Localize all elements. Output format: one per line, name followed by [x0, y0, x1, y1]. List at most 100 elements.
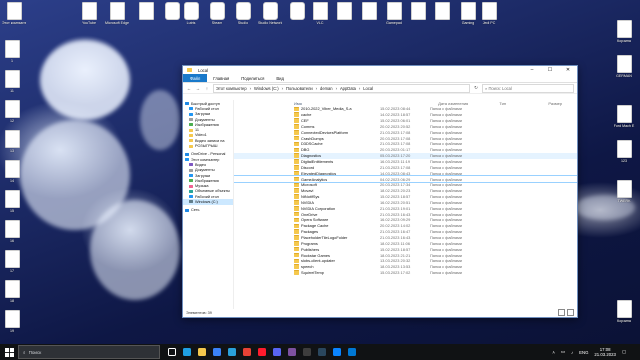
breadcrumb-segment[interactable]: Local	[363, 86, 373, 91]
desktop-icon[interactable]: Lutris	[179, 2, 203, 25]
desktop-icon[interactable]: 15	[0, 190, 24, 213]
refresh-icon[interactable]: ↻	[473, 85, 479, 91]
column-date[interactable]: Дата изменения	[376, 101, 476, 106]
desktop-icon[interactable]: Microsoft Edge	[105, 2, 129, 25]
photos-taskbar-button[interactable]	[329, 344, 344, 360]
desktop-icon[interactable]: Jedi PC	[477, 2, 501, 25]
edge-taskbar-button[interactable]	[179, 344, 194, 360]
nav-item[interactable]: РОЗЫГРЫШ	[183, 143, 233, 148]
breadcrumb-segment[interactable]: AppData	[340, 86, 356, 91]
taskbar-search-box[interactable]: ⌕ Поиск	[18, 345, 160, 359]
task-view-taskbar-button[interactable]	[164, 344, 179, 360]
folder-icon	[294, 246, 299, 252]
file-icon	[4, 250, 20, 268]
file-row[interactable]: SquirrelTemp 15.03.2023 17:02 Папка с файл…	[234, 270, 577, 276]
tray-chevron-icon[interactable]: ˄	[552, 350, 555, 355]
mail-taskbar-button[interactable]	[344, 344, 359, 360]
ribbon-tab-share[interactable]: Поделиться	[235, 76, 270, 81]
desktop-icon[interactable]: Корзина	[612, 20, 636, 43]
desktop-icon[interactable]	[430, 2, 454, 21]
nav-item[interactable]: Сеть	[183, 208, 233, 213]
desktop-icon[interactable]: 12	[0, 100, 24, 123]
ribbon-tab-file[interactable]: Файл	[183, 74, 208, 82]
desktop-icon[interactable]: VLC	[308, 2, 332, 25]
volume-icon[interactable]: ♪	[571, 350, 573, 355]
desktop-icon[interactable]: Ford Mach E	[612, 105, 636, 128]
file-name-cell: NVIDIA	[294, 200, 380, 205]
desktop-icon[interactable]: 123	[612, 140, 636, 163]
desktop-icon[interactable]: GERMAN	[612, 55, 636, 78]
desktop-icon[interactable]: TWERK	[612, 180, 636, 203]
desktop-icon[interactable]: 13	[0, 130, 24, 153]
desktop-icon[interactable]: Gamepad	[382, 2, 406, 25]
breadcrumb-segment[interactable]: deman	[320, 86, 333, 91]
file-name: OneDrive	[301, 211, 318, 217]
desktop-icon[interactable]	[285, 2, 309, 21]
desktop-icon[interactable]	[332, 2, 356, 21]
desktop-icon[interactable]: Steam	[205, 2, 229, 25]
column-type[interactable]: Тип	[476, 101, 543, 106]
store-taskbar-button[interactable]	[209, 344, 224, 360]
desktop-icon[interactable]: 14	[0, 160, 24, 183]
nav-item-label: Музыка	[195, 184, 209, 189]
file-explorer-window[interactable]: Local – ☐ ✕ Файл Главная Поделиться Вид …	[182, 65, 578, 318]
up-arrow-icon[interactable]: ↑	[204, 86, 210, 91]
desktop-icon[interactable]: Этот компьютер	[2, 2, 26, 25]
column-size[interactable]: Размер	[543, 101, 577, 106]
file-type: Папка с файлами	[430, 106, 462, 112]
chevron-right-icon: ›	[335, 85, 337, 91]
breadcrumb-segment[interactable]: Windows (C:)	[254, 86, 279, 91]
close-button[interactable]: ✕	[559, 66, 577, 74]
column-name[interactable]: Имя	[234, 101, 376, 106]
nav-item[interactable]: Windows (C:)	[183, 199, 233, 205]
opera-taskbar-button[interactable]	[254, 344, 269, 360]
desktop-icon[interactable]: Studio Network	[258, 2, 282, 25]
start-button[interactable]	[0, 347, 18, 357]
folder-icon	[294, 124, 299, 129]
file-date: 21.03.2023 17:08	[380, 164, 411, 170]
search-input[interactable]: ⌕ Поиск: Local	[482, 83, 574, 93]
ribbon-tab-view[interactable]: Вид	[270, 76, 290, 81]
desktop-icon[interactable]: 19	[0, 310, 24, 333]
file-name: DigitalEntitlements	[301, 159, 334, 165]
chrome-taskbar-button[interactable]	[239, 344, 254, 360]
address-bar[interactable]: Этот компьютер › Windows (C:) › Пользовате…	[213, 83, 470, 93]
desktop-icon[interactable]: 18	[0, 280, 24, 303]
file-name-cell: cache	[294, 112, 380, 117]
telegram-taskbar-button[interactable]	[224, 344, 239, 360]
title-bar[interactable]: Local – ☐ ✕	[183, 66, 577, 74]
desktop-icon[interactable]: 17	[0, 250, 24, 273]
details-view-button[interactable]	[558, 309, 565, 316]
viber-taskbar-button[interactable]	[284, 344, 299, 360]
notifications-icon[interactable]: ▢	[622, 349, 626, 355]
file-icon	[183, 2, 199, 20]
desktop-icon[interactable]: 16	[0, 220, 24, 243]
desktop-icon[interactable]	[357, 2, 381, 21]
ribbon-tab-home[interactable]: Главная	[207, 76, 235, 81]
desktop-icon[interactable]	[406, 2, 430, 21]
language-indicator[interactable]: ENG	[579, 350, 588, 355]
breadcrumb-segment[interactable]: Пользователи	[286, 86, 313, 91]
steam-taskbar-button[interactable]	[314, 344, 329, 360]
large-icons-view-button[interactable]	[567, 309, 574, 316]
desktop-icon[interactable]: Studio	[231, 2, 255, 25]
desktop-icon[interactable]	[134, 2, 158, 21]
desktop-icon[interactable]: 11	[0, 70, 24, 93]
minimize-button[interactable]: –	[523, 66, 541, 74]
desktop-icon[interactable]: YouTube	[77, 2, 101, 25]
desktop-icon-label: 19	[10, 329, 14, 333]
desktop-icon[interactable]: 1	[0, 40, 24, 63]
nav-item-icon	[189, 123, 193, 127]
search-placeholder: Поиск: Local	[488, 85, 512, 91]
discord-taskbar-button[interactable]	[269, 344, 284, 360]
network-icon[interactable]: ▭	[561, 349, 565, 355]
back-arrow-icon[interactable]: ←	[186, 86, 192, 91]
desktop-icon[interactable]: Корзина	[612, 300, 636, 323]
breadcrumb-segment[interactable]: Этот компьютер	[216, 86, 247, 91]
forward-arrow-icon[interactable]: →	[195, 86, 201, 91]
explorer-taskbar-button[interactable]	[194, 344, 209, 360]
clock[interactable]: 17:08 21.03.2023	[594, 347, 616, 357]
maximize-button[interactable]: ☐	[541, 66, 559, 74]
file-icon	[336, 2, 352, 20]
obs-taskbar-button[interactable]	[299, 344, 314, 360]
